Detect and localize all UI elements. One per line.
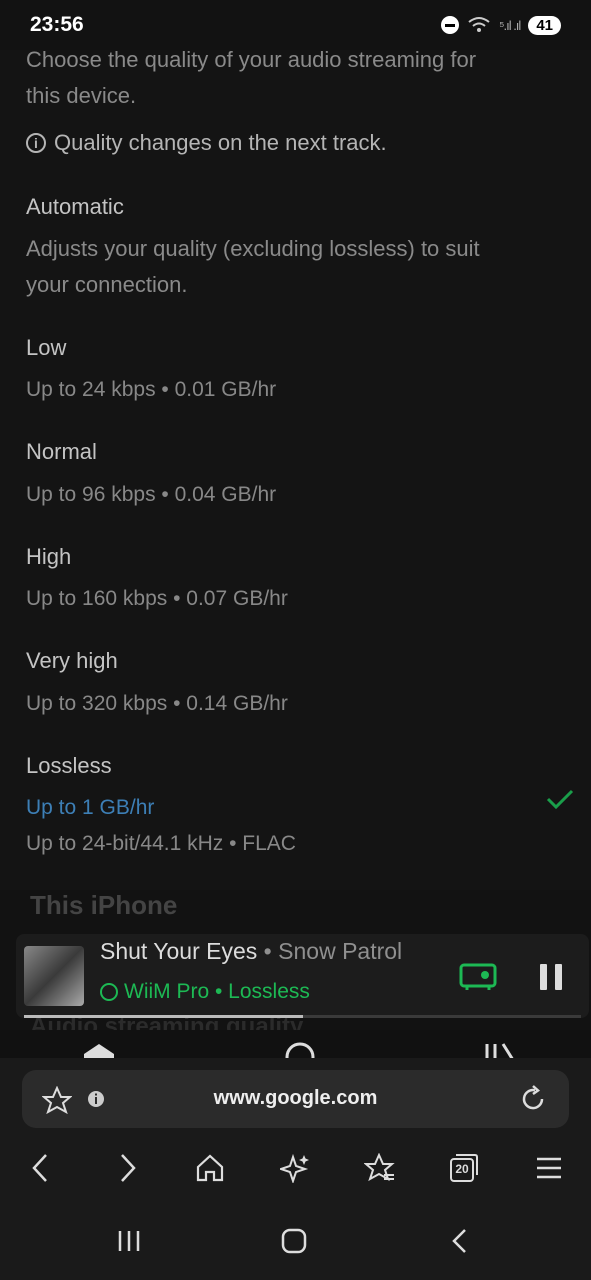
forward-icon[interactable] (116, 1153, 138, 1183)
mini-player[interactable]: Shut Your Eyes • Snow Patrol WiiM Pro • … (16, 934, 589, 1018)
battery-level: 41 (528, 15, 561, 35)
system-home-icon[interactable] (281, 1228, 307, 1254)
playback-device: WiiM Pro • Lossless (100, 980, 310, 1004)
quality-notice: i Quality changes on the next track. (26, 130, 387, 156)
wifi-signal-icon (467, 16, 491, 35)
option-link[interactable]: Up to 1 GB/hr (26, 796, 154, 820)
track-artist: Snow Patrol (278, 938, 403, 964)
playback-progress[interactable] (24, 1015, 581, 1018)
menu-icon[interactable] (535, 1153, 563, 1183)
sparkle-ai-icon[interactable] (280, 1153, 310, 1183)
option-detail: Up to 24 kbps • 0.01 GB/hr (26, 378, 277, 401)
track-info: Shut Your Eyes • Snow Patrol (100, 938, 402, 965)
home-icon[interactable] (195, 1153, 225, 1183)
track-title: Shut Your Eyes (100, 938, 258, 964)
back-icon[interactable] (30, 1153, 52, 1183)
description-line: this device. (26, 83, 137, 108)
separator: • (257, 938, 279, 964)
connect-device-icon (100, 983, 118, 1001)
url-text[interactable]: www.google.com (22, 1087, 569, 1110)
devices-icon[interactable] (458, 962, 498, 992)
option-title: Very high (26, 648, 118, 673)
option-title: Lossless (26, 753, 112, 778)
reload-icon[interactable] (518, 1084, 548, 1114)
system-back-icon[interactable] (450, 1228, 470, 1254)
device-name: WiiM Pro • Lossless (124, 980, 310, 1003)
info-icon: i (26, 133, 46, 153)
option-detail: your connection. (26, 272, 188, 297)
recent-apps-icon[interactable] (116, 1228, 142, 1254)
option-title: High (26, 544, 72, 569)
tabs-button[interactable]: 20 (449, 1153, 479, 1183)
pause-button[interactable] (540, 964, 562, 990)
status-time: 23:56 (30, 13, 84, 36)
option-title: Low (26, 335, 67, 360)
audio-quality-settings: Choose the quality of your audio streami… (0, 40, 591, 890)
checkmark-icon (546, 789, 574, 810)
do-not-disturb-icon (441, 16, 460, 34)
notice-text: Quality changes on the next track. (54, 130, 387, 155)
option-title: Automatic (26, 194, 124, 219)
album-cover (24, 946, 84, 1006)
address-bar[interactable]: www.google.com (22, 1070, 569, 1128)
status-icons: ⁵.ıl .ıl 41 (441, 15, 561, 35)
status-bar: 23:56 ⁵.ıl .ıl 41 (0, 0, 591, 50)
browser-chrome: www.google.com 20 (0, 1058, 591, 1280)
tab-count: 20 (455, 1162, 469, 1176)
app-tab-bar (0, 1030, 591, 1060)
progress-fill (24, 1015, 303, 1018)
option-detail: Up to 320 kbps • 0.14 GB/hr (26, 692, 288, 715)
option-detail: Up to 160 kbps • 0.07 GB/hr (26, 587, 288, 610)
option-detail: Up to 24-bit/44.1 kHz • FLAC (26, 832, 296, 855)
cell-signal-icon: ⁵.ıl .ıl (499, 17, 521, 33)
option-detail: Adjusts your quality (excluding lossless… (26, 236, 480, 261)
section-this-iphone: This iPhone (30, 890, 178, 920)
bookmarks-icon[interactable] (364, 1153, 396, 1183)
option-title: Normal (26, 439, 97, 464)
option-detail: Up to 96 kbps • 0.04 GB/hr (26, 483, 277, 506)
